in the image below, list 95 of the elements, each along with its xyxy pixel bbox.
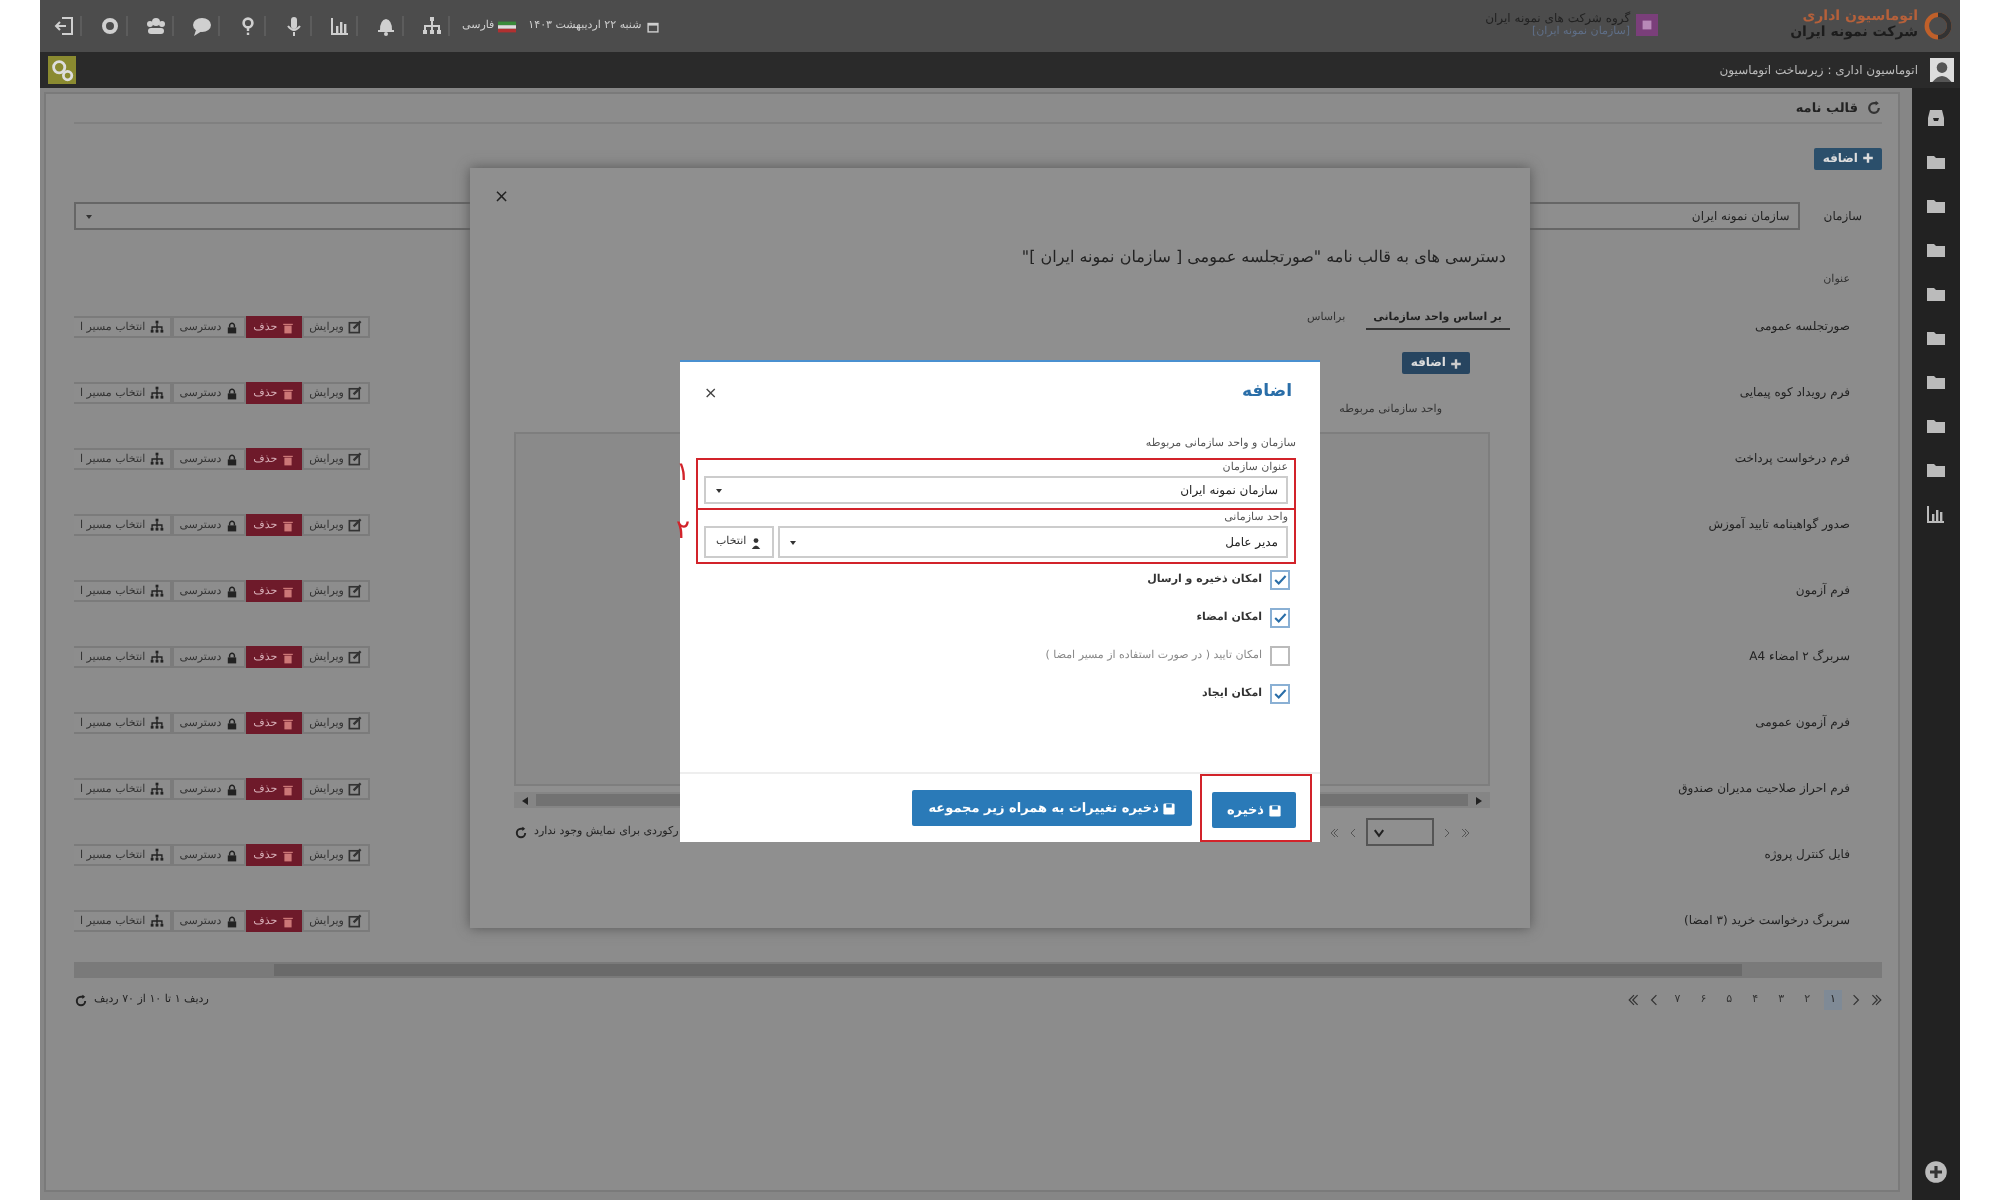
scroll-thumb[interactable] — [274, 964, 1742, 976]
lock-icon — [225, 453, 238, 465]
person-icon — [750, 535, 763, 549]
sitemap-icon — [149, 452, 164, 466]
edit-icon — [347, 848, 362, 862]
inbox-icon[interactable] — [1926, 108, 1946, 128]
sitemap-icon — [149, 518, 164, 532]
folder-icon[interactable] — [1926, 372, 1946, 392]
trash-icon — [281, 849, 294, 861]
folder-icon[interactable] — [1926, 196, 1946, 216]
trash-icon — [281, 453, 294, 465]
chart-icon[interactable] — [1926, 504, 1946, 524]
sitemap-icon[interactable] — [422, 16, 442, 36]
logout-icon[interactable] — [54, 16, 74, 36]
trash-icon — [281, 519, 294, 531]
trash-icon — [281, 585, 294, 597]
folder-icon[interactable] — [1926, 460, 1946, 480]
calendar-icon — [645, 19, 660, 33]
edit-icon — [347, 716, 362, 730]
sitemap-icon — [149, 650, 164, 664]
edit-icon — [347, 782, 362, 796]
annotation-number: ۲ — [676, 518, 690, 544]
sitemap-icon — [149, 782, 164, 796]
sitemap-icon — [149, 716, 164, 730]
checkbox[interactable] — [1270, 684, 1290, 704]
lock-icon — [225, 915, 238, 927]
save-icon — [1268, 803, 1282, 818]
chart-icon[interactable] — [330, 16, 350, 36]
horizontal-scrollbar[interactable] — [74, 962, 1882, 978]
lock-icon — [225, 717, 238, 729]
edit-icon — [347, 584, 362, 598]
close-button[interactable]: × — [494, 188, 510, 208]
checkbox[interactable] — [1270, 570, 1290, 590]
trash-icon — [281, 321, 294, 333]
dialog-title: اضافه — [1241, 382, 1292, 402]
lock-icon — [225, 387, 238, 399]
sitemap-icon — [149, 848, 164, 862]
edit-icon — [347, 320, 362, 334]
flag-icon — [498, 17, 517, 35]
lock-icon — [225, 651, 238, 663]
microphone-icon[interactable] — [284, 16, 304, 36]
plus-icon — [1862, 152, 1874, 164]
refresh-icon[interactable] — [1866, 100, 1882, 116]
sitemap-icon — [149, 584, 164, 598]
company-logo-icon — [1636, 14, 1659, 37]
dialog-title: دسترسی های به قالب نامه "صورتجلسه عمومی [ سازمان نمونه ایران ]" — [1021, 248, 1506, 266]
caret-icon — [714, 485, 724, 495]
refresh-icon[interactable] — [74, 993, 88, 1007]
trash-icon — [281, 387, 294, 399]
trash-icon — [281, 651, 294, 663]
check-icon — [1272, 610, 1288, 626]
folder-icon[interactable] — [1926, 328, 1946, 348]
lock-icon — [225, 519, 238, 531]
folder-icon[interactable] — [1926, 284, 1946, 304]
check-icon — [1272, 686, 1288, 702]
close-button[interactable]: × — [704, 383, 718, 401]
caret-icon — [1372, 825, 1386, 839]
checkbox[interactable] — [1270, 608, 1290, 628]
chat-icon[interactable] — [192, 16, 212, 36]
sitemap-icon — [149, 914, 164, 928]
logo-icon — [1924, 12, 1952, 40]
edit-icon — [347, 386, 362, 400]
previous-page-icon[interactable] — [1850, 994, 1862, 1006]
lock-icon — [225, 585, 238, 597]
folder-icon[interactable] — [1926, 240, 1946, 260]
refresh-icon[interactable] — [514, 825, 528, 839]
trash-icon — [281, 783, 294, 795]
folder-icon[interactable] — [1926, 152, 1946, 172]
avatar-icon[interactable] — [1930, 56, 1954, 84]
scroll-left-icon[interactable] — [520, 795, 530, 805]
lock-icon — [225, 849, 238, 861]
edit-icon — [347, 650, 362, 664]
save-icon — [1162, 801, 1177, 815]
edit-icon — [347, 452, 362, 466]
sitemap-icon — [149, 386, 164, 400]
trash-icon — [281, 915, 294, 927]
folder-icon[interactable] — [1926, 416, 1946, 436]
add-icon[interactable] — [1924, 1160, 1948, 1184]
trash-icon — [281, 717, 294, 729]
edit-icon — [347, 518, 362, 532]
notifications-icon[interactable] — [376, 16, 396, 36]
scroll-right-icon[interactable] — [1474, 795, 1484, 805]
lock-icon — [225, 783, 238, 795]
sitemap-icon — [149, 320, 164, 334]
lock-icon — [225, 321, 238, 333]
next-page-icon[interactable] — [1648, 994, 1661, 1006]
annotation-number: ۱ — [676, 460, 690, 486]
caret-icon — [788, 537, 799, 547]
users-icon[interactable] — [146, 16, 166, 36]
caret-icon — [84, 211, 94, 221]
last-page-icon[interactable] — [1628, 994, 1641, 1006]
edit-icon — [347, 914, 362, 928]
plus-icon — [1450, 357, 1462, 369]
first-page-icon[interactable] — [1870, 994, 1882, 1006]
check-icon — [1272, 572, 1288, 588]
